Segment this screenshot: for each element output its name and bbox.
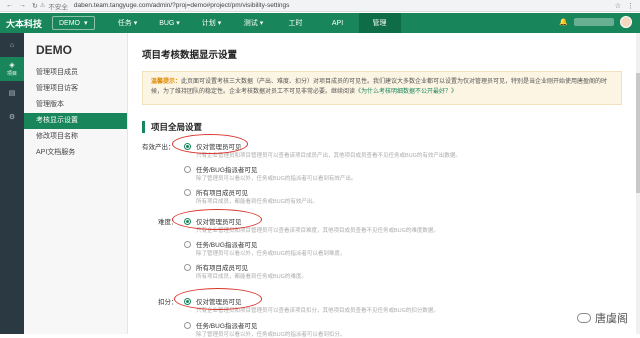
user-name-redacted — [574, 18, 614, 26]
main-menu: 任务 ▾ BUG ▾ 计划 ▾ 测试 ▾ 工时 API 管理 — [107, 13, 401, 33]
radio-unchecked[interactable] — [184, 321, 191, 329]
project-name: DEMO — [59, 19, 80, 27]
sidebar-item-visitors[interactable]: 管理项目访客 — [24, 81, 127, 97]
menu-item-task[interactable]: 任务 ▾ — [107, 13, 149, 33]
page-title: 项目考核数据显示设置 — [142, 50, 238, 61]
option-label: 所有项目成员可见 — [196, 265, 248, 272]
warning-icon: ⚠ — [40, 3, 46, 9]
section-title: 项目全局设置 — [142, 121, 202, 133]
forward-icon[interactable]: → — [19, 2, 26, 10]
chevron-down-icon: ▾ — [84, 20, 88, 27]
gear-icon: ⚙ — [8, 114, 16, 121]
menu-item-bug[interactable]: BUG ▾ — [149, 13, 191, 33]
menu-item-plan[interactable]: 计划 ▾ — [191, 13, 233, 33]
radio-unchecked[interactable] — [184, 240, 191, 248]
user-area[interactable]: 🔔 — [559, 16, 632, 28]
option-output-assignee[interactable]: 任务/BUG指派者可见 — [184, 164, 257, 174]
icon-rail: ⌂ ◈ 项目 ▤ ⚙ — [0, 33, 24, 334]
red-highlight-circle — [172, 209, 262, 230]
rail-home[interactable]: ⌂ — [0, 33, 24, 57]
option-deduction-assignee[interactable]: 任务/BUG指派者可见 — [184, 320, 257, 330]
notice-prefix: 温馨提示： — [151, 79, 182, 85]
radio-unchecked[interactable] — [184, 188, 191, 196]
option-label: 任务/BUG指派者可见 — [196, 167, 258, 174]
layers-icon: ◈ — [9, 62, 15, 69]
scrollbar[interactable] — [636, 33, 640, 334]
radio-unchecked[interactable] — [184, 263, 191, 271]
option-desc: 除了管理员可以看以外，任务或BUG的指派者可以看到扣分。 — [196, 332, 346, 338]
option-label: 任务/BUG指派者可见 — [196, 242, 258, 249]
option-desc: 除了管理员可以看以外，任务或BUG的指派者可以看到难度。 — [196, 251, 346, 257]
browser-actions: ☆ ⋮ — [580, 2, 640, 10]
browser-toolbar: ← → ↻ ⚠ 不安全 daben.team.tangyuge.com/admi… — [0, 0, 640, 12]
rail-settings[interactable]: ⚙ — [0, 105, 24, 129]
option-label: 任务/BUG指派者可见 — [196, 323, 258, 330]
rail-project-label: 项目 — [6, 71, 17, 77]
option-desc: 所有项目成员，都能看到任务或BUG的难度。 — [196, 274, 307, 280]
sidebar-title: DEMO — [36, 43, 72, 57]
notice-link[interactable]: 《为什么考核明细数据不公开最好？》 — [355, 89, 457, 95]
notice-box: 温馨提示：此页面可设置考核三大数据（产出、难度、扣分）对项目成员的可见性。我们建… — [142, 71, 622, 105]
app-header: 大本科技 DEMO ▾ 任务 ▾ BUG ▾ 计划 ▾ 测试 ▾ 工时 API … — [0, 13, 640, 33]
option-output-all[interactable]: 所有项目成员可见 — [184, 187, 248, 197]
rail-project[interactable]: ◈ 项目 — [0, 57, 24, 81]
sidebar-item-visibility[interactable]: 考核显示设置 — [24, 113, 127, 129]
app-logo: 大本科技 — [6, 18, 43, 29]
radio-unchecked[interactable] — [184, 165, 191, 173]
chart-icon: ▤ — [8, 90, 16, 97]
home-icon: ⌂ — [9, 41, 15, 49]
menu-item-admin[interactable]: 管理 — [358, 13, 401, 33]
sidebar-item-members[interactable]: 管理项目成员 — [24, 65, 127, 81]
main-content: 项目考核数据显示设置 温馨提示：此页面可设置考核三大数据（产出、难度、扣分）对项… — [128, 33, 640, 338]
menu-item-hours[interactable]: 工时 — [275, 13, 317, 33]
bell-icon[interactable]: 🔔 — [559, 18, 568, 26]
option-label: 所有项目成员可见 — [196, 190, 248, 197]
watermark-text: 唐虞阁 — [595, 313, 628, 325]
scrollbar-thumb[interactable] — [636, 73, 640, 193]
menu-icon[interactable]: ⋮ — [627, 2, 634, 10]
insecure-label: 不安全 — [48, 3, 68, 11]
star-icon[interactable]: ☆ — [615, 2, 621, 10]
option-desc: 除了管理员可以看以外，任务或BUG的指派者可以看到有效产出。 — [196, 176, 357, 182]
sidebar-item-rename[interactable]: 修改项目名称 — [24, 129, 127, 145]
sidebar-item-versions[interactable]: 管理版本 — [24, 97, 127, 113]
address-bar[interactable]: ⚠ 不安全 daben.team.tangyuge.com/admin/?pro… — [40, 1, 580, 11]
sidebar-item-api-docs[interactable]: API文档服务 — [24, 145, 127, 161]
avatar[interactable] — [620, 16, 632, 28]
reload-icon[interactable]: ↻ — [32, 2, 38, 10]
red-highlight-circle — [172, 134, 248, 154]
browser-nav: ← → ↻ — [0, 2, 40, 10]
group-label-output: 有效产出： — [142, 144, 175, 151]
project-switcher[interactable]: DEMO ▾ — [52, 16, 95, 30]
sidebar: DEMO 管理项目成员 管理项目访客 管理版本 考核显示设置 修改项目名称 AP… — [24, 33, 128, 334]
back-icon[interactable]: ← — [6, 2, 13, 10]
menu-item-api[interactable]: API — [317, 13, 359, 33]
option-difficulty-assignee[interactable]: 任务/BUG指派者可见 — [184, 239, 257, 249]
menu-item-test[interactable]: 测试 ▾ — [233, 13, 275, 33]
option-difficulty-all[interactable]: 所有项目成员可见 — [184, 262, 248, 272]
red-highlight-circle — [174, 288, 262, 310]
watermark: 唐虞阁 — [577, 310, 628, 326]
url-text: daben.team.tangyuge.com/admin/?proj=demo… — [73, 2, 290, 9]
wechat-icon — [577, 313, 591, 323]
option-desc: 所有项目成员，都能看到任务或BUG的有效产出。 — [196, 199, 318, 205]
option-desc: 只有企业管理员和项目管理员可以查看该项目成员产出，其他项目成员查看不见任务或BU… — [196, 153, 461, 159]
rail-chart[interactable]: ▤ — [0, 81, 24, 105]
